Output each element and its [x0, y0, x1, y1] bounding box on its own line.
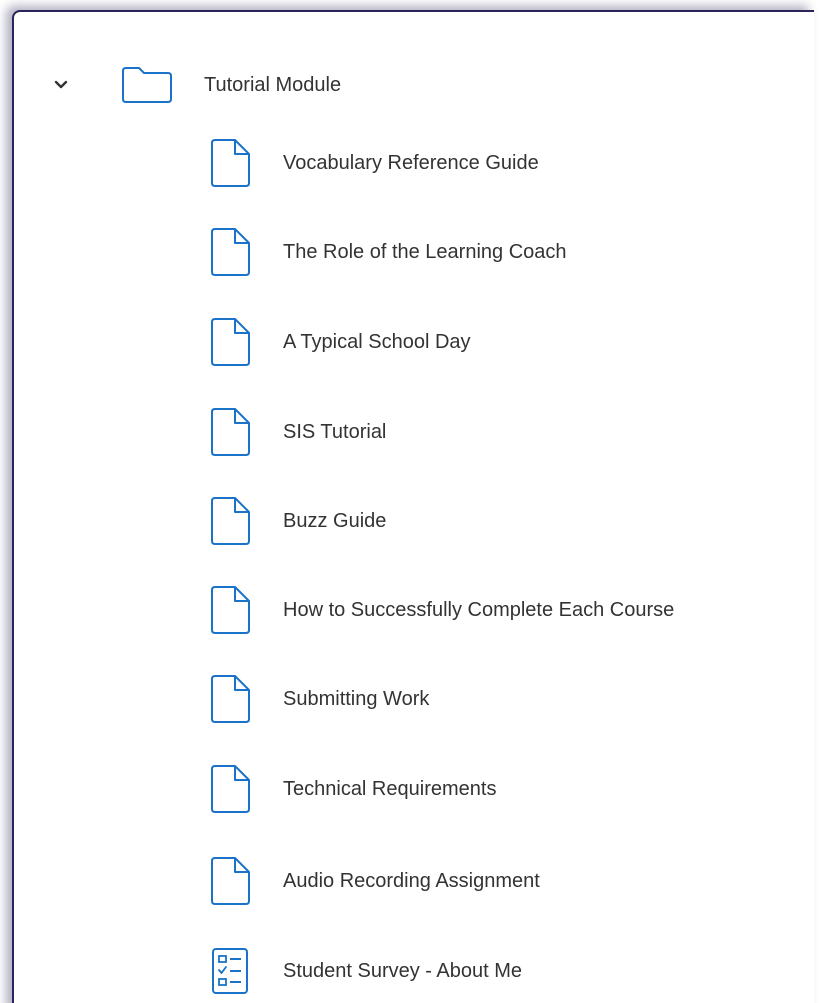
content-item[interactable]: How to Successfully Complete Each Course — [206, 575, 806, 645]
content-item[interactable]: Student Survey - About Me — [206, 936, 806, 1003]
content-item-label: Technical Requirements — [283, 777, 497, 800]
content-item[interactable]: Buzz Guide — [206, 486, 806, 556]
content-item[interactable]: A Typical School Day — [206, 307, 806, 377]
content-item[interactable]: Vocabulary Reference Guide — [206, 128, 806, 198]
chevron-down-icon[interactable] — [50, 74, 72, 96]
page-icon — [206, 224, 254, 280]
content-item[interactable]: Audio Recording Assignment — [206, 846, 806, 916]
content-item-label: Submitting Work — [283, 687, 430, 710]
content-item-label: SIS Tutorial — [283, 420, 387, 443]
page-icon — [206, 404, 254, 460]
content-item[interactable]: SIS Tutorial — [206, 397, 806, 467]
page-icon — [206, 761, 254, 817]
page-icon — [206, 582, 254, 638]
folder-icon — [120, 64, 174, 106]
module-row-tutorial[interactable]: Tutorial Module — [50, 53, 790, 117]
survey-icon — [206, 943, 254, 999]
content-item-label: Audio Recording Assignment — [283, 869, 540, 892]
module-label: Tutorial Module — [204, 73, 342, 96]
content-item-label: Student Survey - About Me — [283, 959, 523, 982]
content-item-label: Vocabulary Reference Guide — [283, 151, 539, 174]
content-item[interactable]: Technical Requirements — [206, 754, 806, 824]
page-icon — [206, 671, 254, 727]
page-icon — [206, 493, 254, 549]
content-item-label: The Role of the Learning Coach — [283, 240, 567, 263]
page-icon — [206, 853, 254, 909]
content-item[interactable]: The Role of the Learning Coach — [206, 217, 806, 287]
content-item-label: How to Successfully Complete Each Course — [283, 598, 675, 621]
page-icon — [206, 135, 254, 191]
content-item-label: A Typical School Day — [283, 330, 471, 353]
content-item[interactable]: Submitting Work — [206, 664, 806, 734]
content-tree-panel: Tutorial Module Vocabulary Reference Gui… — [12, 10, 814, 1003]
page-icon — [206, 314, 254, 370]
content-item-label: Buzz Guide — [283, 509, 387, 532]
